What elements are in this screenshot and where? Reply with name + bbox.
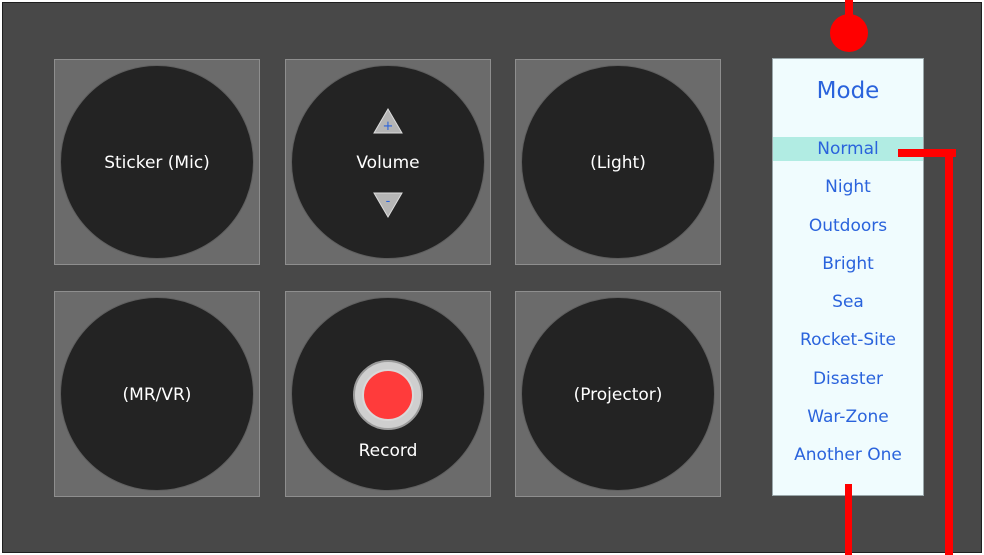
mrvr-button[interactable]: (MR/VR) — [60, 297, 254, 491]
mode-item-night[interactable]: Night — [773, 175, 923, 199]
projector-label: (Projector) — [573, 385, 663, 405]
tile-mrvr: (MR/VR) — [54, 291, 260, 497]
projector-button[interactable]: (Projector) — [521, 297, 715, 491]
volume-down-sign: - — [386, 194, 391, 209]
selection-wire-vertical — [945, 149, 953, 555]
top-connector-dot — [830, 14, 868, 52]
light-label: (Light) — [590, 153, 646, 173]
sticker-mic-button[interactable]: Sticker (Mic) — [60, 65, 254, 259]
mode-list: Normal Night Outdoors Bright Sea Rocket-… — [773, 137, 923, 482]
record-dot-icon — [362, 369, 414, 421]
mode-item-outdoors[interactable]: Outdoors — [773, 214, 923, 238]
mode-selector: Mode Normal Night Outdoors Bright Sea Ro… — [772, 58, 924, 496]
volume-knob: + Volume - — [291, 65, 485, 259]
tile-record: Record — [285, 291, 491, 497]
volume-up-button[interactable]: + — [373, 108, 403, 134]
triangle-up-icon: + — [373, 108, 403, 134]
record-knob: Record — [291, 297, 485, 491]
sticker-mic-label: Sticker (Mic) — [104, 153, 210, 173]
mode-item-another-one[interactable]: Another One — [773, 443, 923, 467]
record-label: Record — [358, 441, 418, 461]
bottom-wire — [845, 484, 852, 555]
light-button[interactable]: (Light) — [521, 65, 715, 259]
triangle-down-icon: - — [373, 192, 403, 218]
mrvr-label: (MR/VR) — [122, 385, 192, 405]
mode-item-sea[interactable]: Sea — [773, 290, 923, 314]
mode-item-rocket-site[interactable]: Rocket-Site — [773, 328, 923, 352]
tile-projector: (Projector) — [515, 291, 721, 497]
volume-up-sign: + — [383, 119, 394, 134]
mode-item-war-zone[interactable]: War-Zone — [773, 405, 923, 429]
tile-sticker: Sticker (Mic) — [54, 59, 260, 265]
volume-label: Volume — [356, 153, 420, 173]
tile-volume: + Volume - — [285, 59, 491, 265]
record-button[interactable] — [353, 360, 423, 430]
tile-light: (Light) — [515, 59, 721, 265]
mode-title: Mode — [816, 78, 880, 104]
mode-item-bright[interactable]: Bright — [773, 252, 923, 276]
volume-down-button[interactable]: - — [373, 192, 403, 218]
mode-item-disaster[interactable]: Disaster — [773, 367, 923, 391]
